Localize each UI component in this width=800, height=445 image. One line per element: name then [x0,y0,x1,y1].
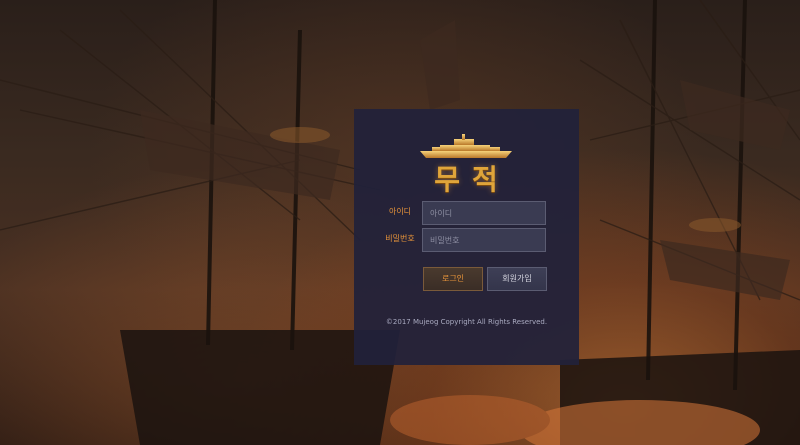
login-panel: 무적 아이디 비밀번호 로그인 회원가입 ©2017 Mujeog Copyri… [354,109,579,365]
game-logo: 무적 [418,134,514,196]
password-label: 비밀번호 [385,234,415,243]
password-row: 비밀번호 [354,228,579,252]
copyright-text: ©2017 Mujeog Copyright All Rights Reserv… [385,318,548,326]
signup-button[interactable]: 회원가입 [487,267,547,291]
password-input[interactable] [422,228,546,252]
logo-text: 무적 [434,163,510,196]
id-input[interactable] [422,201,546,225]
login-button[interactable]: 로그인 [423,267,483,291]
id-row: 아이디 [354,201,579,225]
battleship-icon [420,134,512,158]
id-label: 아이디 [388,207,412,216]
